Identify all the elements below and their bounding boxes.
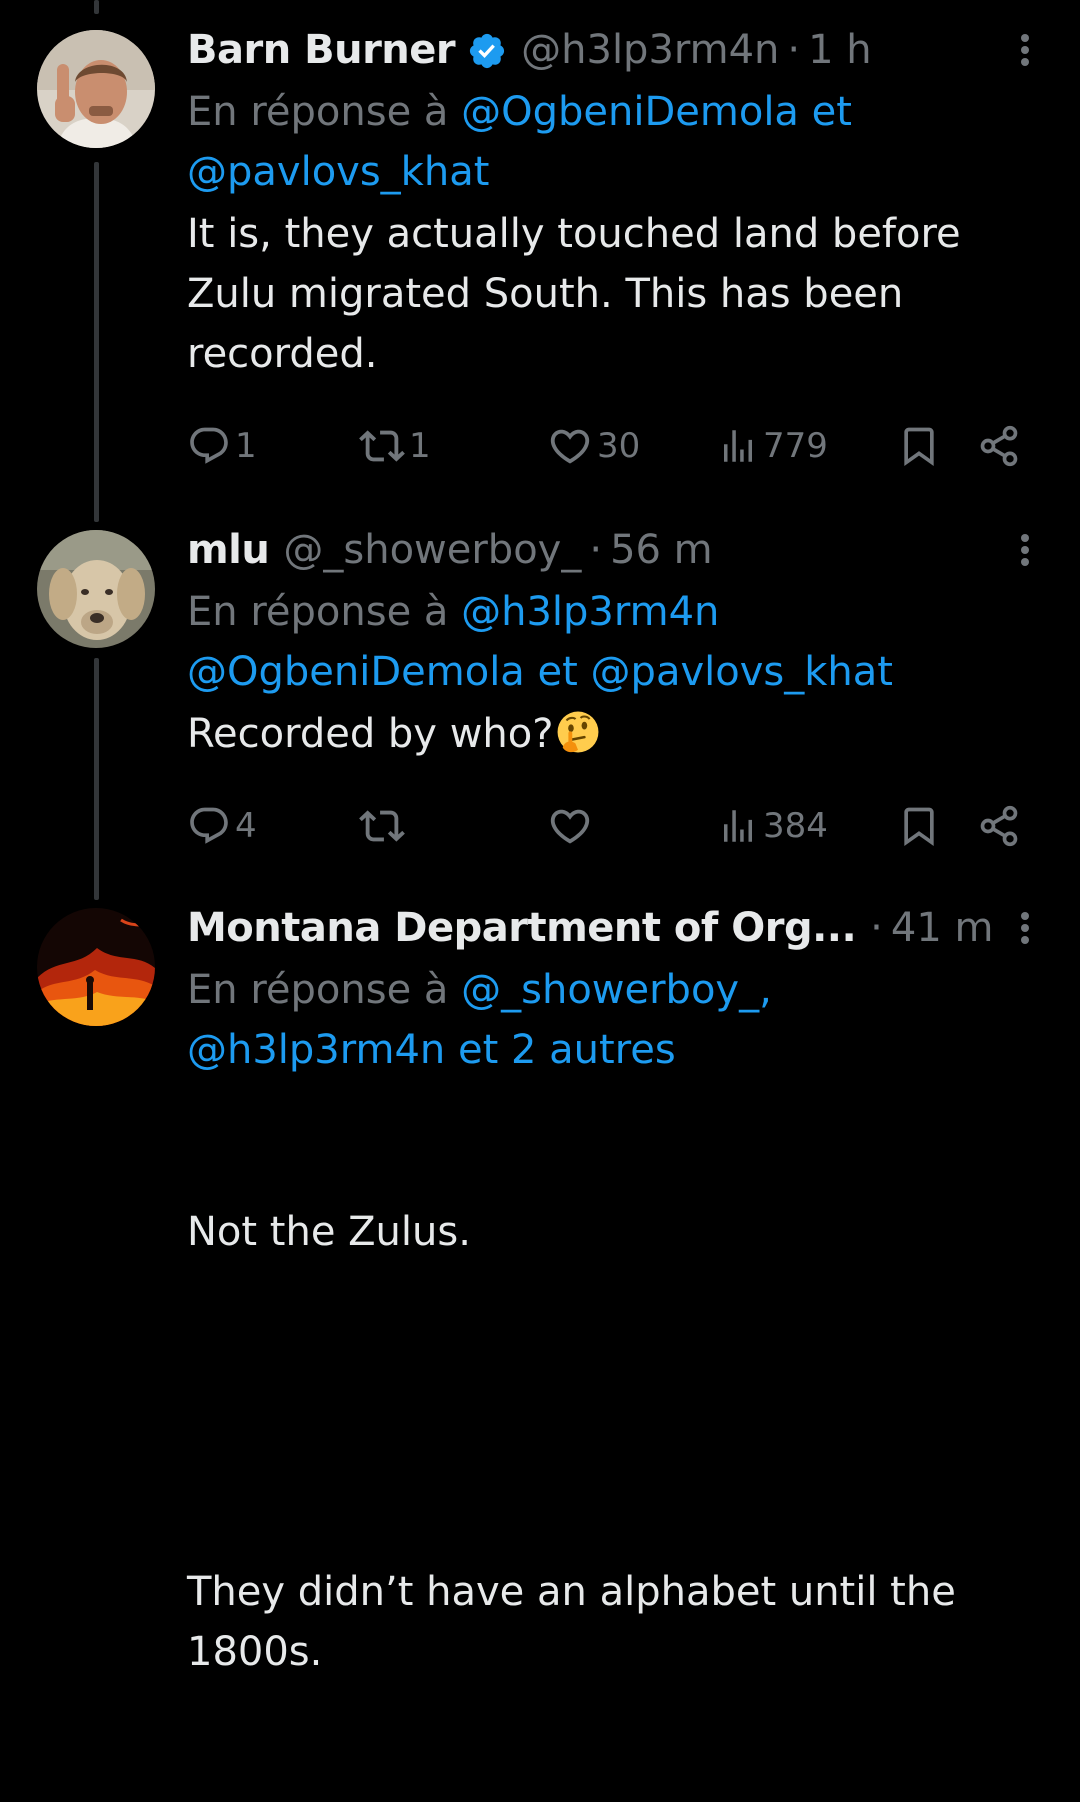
share-button[interactable] — [977, 796, 1021, 856]
timestamp[interactable]: 41 m — [891, 900, 994, 956]
timestamp[interactable]: 56 m — [610, 522, 713, 578]
user-handle[interactable]: @_showerboy_ — [283, 522, 581, 578]
tweet-text: Not the Zulus. They didn’t have an alpha… — [187, 1082, 1007, 1802]
tweet-paragraph: They didn’t have an alphabet until the 1… — [187, 1569, 969, 1675]
reply-joiner: et — [457, 1027, 499, 1073]
reply-prefix: En réponse à — [187, 589, 449, 635]
user-handle[interactable]: @h3lp3rm4n — [521, 22, 779, 78]
more-vertical-icon[interactable] — [1010, 28, 1040, 72]
bar-chart-icon — [724, 430, 752, 462]
tweet[interactable]: Montana Department of Org... · 41 m En r… — [0, 880, 1080, 1675]
reply-button[interactable]: 1 — [187, 416, 257, 476]
tweet-text-content: Recorded by who? — [187, 711, 554, 757]
separator-dot: · — [870, 905, 883, 951]
bookmark-button[interactable] — [897, 416, 941, 476]
tweet[interactable]: Barn Burner @h3lp3rm4n · 1 h En réponse … — [0, 0, 1080, 500]
like-button[interactable]: 30 — [547, 416, 640, 476]
tweet-actions: 4 384 — [187, 796, 1022, 856]
views-button[interactable]: 779 — [717, 416, 828, 476]
speech-bubble-icon — [190, 427, 228, 464]
reply-joiner: et — [811, 89, 852, 135]
repost-count: 1 — [409, 426, 431, 466]
timestamp[interactable]: 1 h — [808, 22, 872, 78]
heart-icon — [550, 809, 590, 844]
reply-count: 1 — [235, 426, 257, 466]
views-button[interactable]: 384 — [717, 796, 828, 856]
separator-dot: · — [589, 527, 603, 573]
tweet-text: Recorded by who? — [187, 704, 1040, 764]
tweet[interactable]: mlu @_showerboy_ · 56 m En réponse à @h3… — [0, 500, 1080, 880]
repost-button[interactable] — [359, 796, 409, 856]
share-icon — [980, 805, 1018, 847]
bookmark-icon — [904, 427, 934, 467]
mention-link[interactable]: @pavlovs_khat — [591, 649, 893, 695]
mention-link[interactable]: @h3lp3rm4n — [461, 589, 719, 635]
mention-link[interactable]: @OgbeniDemola — [187, 649, 525, 695]
display-name[interactable]: Montana Department of Org... — [187, 900, 857, 956]
mention-link[interactable]: @pavlovs_khat — [187, 149, 489, 195]
tweet-actions: 1 1 30 779 — [187, 416, 1022, 476]
reply-prefix: En réponse à — [187, 89, 449, 135]
tweet-header: Barn Burner @h3lp3rm4n · 1 h — [187, 22, 1040, 78]
tweet-text: It is, they actually touched land before… — [187, 211, 974, 377]
others-link[interactable]: 2 autres — [511, 1027, 676, 1073]
display-name[interactable]: mlu — [187, 522, 270, 578]
reply-context: En réponse à @_showerboy_, @h3lp3rm4n et… — [187, 960, 1040, 1080]
repost-arrows-icon — [359, 810, 405, 842]
heart-icon — [550, 429, 590, 464]
like-count: 30 — [597, 426, 641, 466]
reply-context: En réponse à @OgbeniDemola et @pavlovs_k… — [187, 82, 1040, 202]
mention-link[interactable]: @h3lp3rm4n — [187, 1027, 445, 1073]
verified-badge-icon — [467, 30, 507, 70]
bar-chart-icon — [724, 810, 752, 842]
repost-button[interactable]: 1 — [359, 416, 431, 476]
reply-prefix: En réponse à — [187, 967, 449, 1013]
tweet-paragraph: Not the Zulus. — [187, 1209, 471, 1255]
reply-button[interactable]: 4 — [187, 796, 257, 856]
avatar[interactable] — [37, 908, 155, 1026]
bookmark-button[interactable] — [897, 796, 941, 856]
like-button[interactable] — [547, 796, 597, 856]
tweet-header: Montana Department of Org... · 41 m — [187, 900, 1040, 956]
reply-count: 4 — [235, 806, 257, 846]
thinking-face-emoji-icon — [558, 711, 599, 753]
separator-dot: · — [787, 27, 801, 73]
speech-bubble-icon — [190, 807, 228, 844]
mention-link[interactable]: @OgbeniDemola — [461, 89, 799, 135]
view-count: 384 — [763, 806, 828, 846]
avatar[interactable] — [37, 30, 155, 148]
share-icon — [980, 425, 1018, 467]
more-vertical-icon[interactable] — [1010, 906, 1040, 950]
tweet-header: mlu @_showerboy_ · 56 m — [187, 522, 1040, 578]
mention-link[interactable]: @_showerboy_, — [461, 967, 772, 1013]
reply-context: En réponse à @h3lp3rm4n @OgbeniDemola et… — [187, 582, 1040, 702]
avatar[interactable] — [37, 530, 155, 648]
reply-joiner: et — [537, 649, 578, 695]
more-vertical-icon[interactable] — [1010, 528, 1040, 572]
display-name[interactable]: Barn Burner — [187, 22, 456, 78]
bookmark-icon — [904, 807, 934, 847]
repost-arrows-icon — [359, 430, 405, 462]
share-button[interactable] — [977, 416, 1021, 476]
view-count: 779 — [763, 426, 828, 466]
